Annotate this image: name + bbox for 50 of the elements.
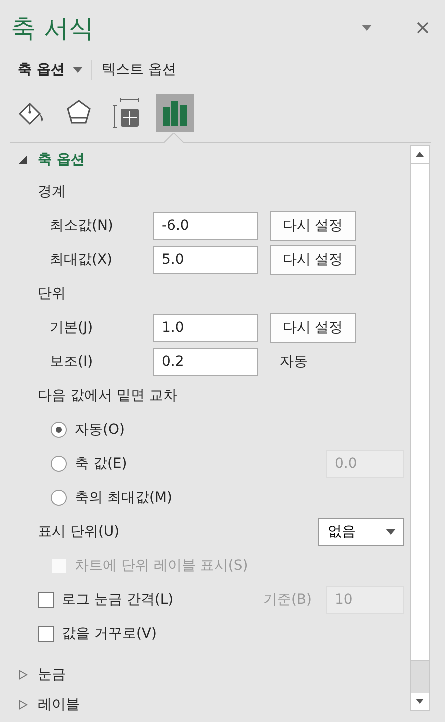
caret-icon bbox=[386, 529, 396, 535]
caret-icon[interactable] bbox=[362, 25, 372, 31]
dropdown-label: 표시 단위(U) bbox=[37, 523, 121, 541]
scroll-down-button[interactable] bbox=[411, 693, 429, 710]
input-field[interactable]: -6.0 bbox=[153, 212, 258, 240]
group-label: 단위 bbox=[37, 285, 66, 303]
radio-button[interactable] bbox=[51, 456, 67, 472]
section-title[interactable]: 눈금 bbox=[38, 666, 66, 684]
reset-button[interactable]: 다시 설정 bbox=[270, 245, 356, 275]
up-arrow-icon bbox=[416, 152, 424, 157]
pane-title: 축 서식 bbox=[11, 12, 95, 44]
radio-button[interactable] bbox=[51, 490, 67, 506]
expanded-icon[interactable] bbox=[19, 155, 28, 165]
checkbox[interactable] bbox=[38, 626, 54, 642]
checkbox-label: 로그 눈금 간격(L) bbox=[62, 591, 175, 609]
checkbox-label: 차트에 단위 레이블 표시(S) bbox=[75, 557, 250, 575]
dropdown[interactable]: 없음 bbox=[318, 518, 404, 546]
close-icon[interactable] bbox=[417, 22, 429, 34]
checkbox[interactable] bbox=[38, 592, 54, 608]
field-label: 보조(I) bbox=[49, 353, 94, 371]
reset-button[interactable]: 다시 설정 bbox=[270, 313, 356, 343]
collapsed-icon[interactable] bbox=[19, 700, 28, 710]
size-icon bbox=[113, 98, 141, 128]
input-field[interactable]: 5.0 bbox=[153, 246, 258, 274]
section-title[interactable]: 레이블 bbox=[38, 696, 80, 714]
reset-button[interactable]: 다시 설정 bbox=[270, 211, 356, 241]
field-label: 기준(B) bbox=[263, 591, 312, 609]
options-tab[interactable]: 텍스트 옵션 bbox=[98, 61, 180, 79]
options-tab[interactable]: 축 옵션 bbox=[14, 61, 87, 79]
radio-label: 축의 최대값(M) bbox=[75, 489, 174, 507]
input-field[interactable]: 1.0 bbox=[153, 314, 258, 342]
radio-button[interactable] bbox=[51, 422, 67, 438]
group-label: 다음 값에서 밑면 교차 bbox=[37, 387, 178, 405]
checkbox-label: 값을 거꾸로(V) bbox=[62, 625, 158, 643]
scroll-thumb[interactable] bbox=[411, 163, 429, 661]
down-arrow-icon bbox=[416, 699, 424, 704]
radio-label: 축 값(E) bbox=[75, 455, 128, 473]
field-label: 최대값(X) bbox=[49, 251, 114, 269]
input-field[interactable]: 0.2 bbox=[153, 348, 258, 376]
collapsed-icon[interactable] bbox=[19, 670, 28, 680]
bar-chart-icon bbox=[161, 99, 189, 127]
field-label: 최소값(N) bbox=[49, 217, 114, 235]
radio-label: 자동(O) bbox=[75, 421, 126, 439]
pentagon-icon bbox=[65, 99, 93, 127]
group-label: 경계 bbox=[37, 183, 66, 201]
status-text: 자동 bbox=[280, 353, 308, 371]
section-title[interactable]: 축 옵션 bbox=[38, 151, 85, 169]
scrollbar[interactable] bbox=[410, 145, 430, 711]
field-label: 기본(J) bbox=[49, 319, 94, 337]
scroll-up-button[interactable] bbox=[411, 146, 429, 163]
